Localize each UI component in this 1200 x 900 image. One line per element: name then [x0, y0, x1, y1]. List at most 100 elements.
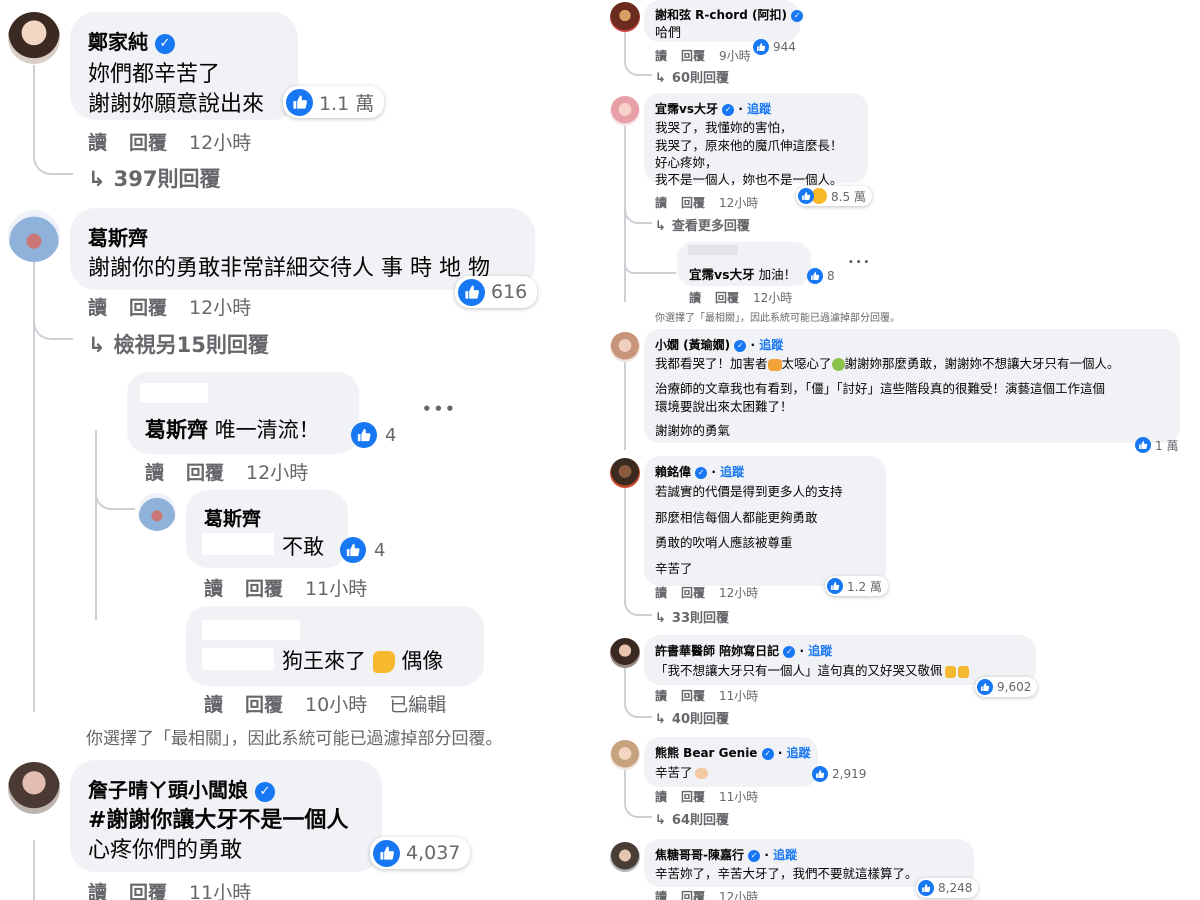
reaction-count[interactable]: 4	[337, 535, 393, 565]
more-options-icon[interactable]: •••	[848, 258, 871, 268]
read-link[interactable]: 讀	[88, 297, 107, 319]
follow-button[interactable]: 追蹤	[720, 465, 744, 479]
user-avatar[interactable]	[8, 12, 60, 64]
redacted-name	[202, 620, 300, 640]
view-replies-link[interactable]: ↳ 33則回覆	[655, 607, 729, 626]
follow-button[interactable]: 追蹤	[759, 338, 783, 352]
comment-author[interactable]: 焦糖哥哥-陳嘉行 ✓ · 追蹤	[655, 846, 797, 863]
comment-author[interactable]: 宜霈vs大牙 ✓ · 追蹤	[655, 100, 771, 117]
reply-link[interactable]: 回覆	[715, 291, 739, 305]
thread-line	[33, 65, 73, 175]
hashtag-text[interactable]: #謝謝你讓大牙不是一個人	[88, 802, 348, 834]
reaction-count[interactable]: 4	[348, 420, 404, 450]
read-link[interactable]: 讀	[145, 462, 164, 484]
comment-actions: 讀回覆 11小時	[88, 878, 273, 900]
reaction-count[interactable]: 4,037	[370, 837, 471, 869]
reply-link[interactable]: 回覆	[681, 890, 705, 900]
comment-text: 「我不想讓大牙只有一個人」這句真的又好哭又敬佩	[655, 660, 969, 679]
reaction-count[interactable]: 2,919	[810, 764, 871, 783]
read-link[interactable]: 讀	[655, 196, 667, 210]
thread-line	[624, 200, 652, 224]
reply-link[interactable]: 回覆	[129, 882, 167, 900]
comment-actions: 讀回覆 11小時	[655, 788, 780, 805]
read-link[interactable]: 讀	[655, 890, 667, 900]
comment-actions: 讀回覆 11小時	[655, 687, 780, 704]
nauseated-emoji	[831, 358, 845, 371]
user-avatar[interactable]	[610, 96, 640, 126]
reply-arrow-icon: ↳	[655, 219, 666, 234]
reply-link[interactable]: 回覆	[681, 196, 705, 210]
user-avatar[interactable]	[610, 842, 640, 872]
reply-link[interactable]: 回覆	[186, 462, 224, 484]
comment-author[interactable]: 許書華醫師 陪妳寫日記 ✓ · 追蹤	[655, 642, 832, 659]
user-avatar[interactable]	[610, 638, 640, 668]
timestamp: 12小時	[189, 132, 252, 154]
read-link[interactable]: 讀	[204, 694, 223, 716]
comment-text: 若誠實的代價是得到更多人的支持	[655, 484, 843, 499]
comment-author[interactable]: 詹子晴ㄚ頭小闆娘 ✓	[88, 774, 275, 803]
view-replies-link[interactable]: ↳ 60則回覆	[655, 67, 729, 86]
reaction-count[interactable]: 8,248	[916, 878, 979, 898]
user-avatar[interactable]	[610, 458, 640, 488]
mention[interactable]: 宜霈vs大牙	[689, 267, 755, 282]
comment-author[interactable]: 謝和弦 R-chord (阿扣) ✓	[655, 6, 804, 23]
reply-link[interactable]: 回覆	[129, 132, 167, 154]
more-options-icon[interactable]: •••	[422, 400, 457, 418]
user-avatar[interactable]	[138, 493, 176, 531]
view-replies-link[interactable]: ↳ 40則回覆	[655, 708, 729, 727]
follow-button[interactable]: 追蹤	[747, 102, 771, 116]
read-link[interactable]: 讀	[655, 49, 667, 63]
reaction-count[interactable]: 8.5 萬	[796, 186, 872, 206]
comment-text: 哈們	[655, 26, 682, 41]
read-link[interactable]: 讀	[88, 132, 107, 154]
view-replies-link[interactable]: ↳ 檢視另15則回覆	[88, 329, 269, 359]
like-icon	[458, 278, 485, 306]
reaction-count[interactable]: 9,602	[975, 677, 1038, 697]
comment-text: 妳們都辛苦了	[88, 62, 221, 87]
comment-author[interactable]: 鄭家純 ✓	[88, 26, 175, 55]
reply-link[interactable]: 回覆	[245, 694, 283, 716]
user-avatar[interactable]	[8, 210, 60, 262]
reply-link[interactable]: 回覆	[681, 790, 705, 804]
reply-link[interactable]: 回覆	[681, 689, 705, 703]
timestamp: 12小時	[189, 297, 252, 319]
view-replies-link[interactable]: ↳ 397則回覆	[88, 163, 220, 193]
reaction-count[interactable]: 616	[455, 276, 538, 308]
timestamp: 12小時	[719, 586, 759, 600]
reply-link[interactable]: 回覆	[245, 578, 283, 600]
read-link[interactable]: 讀	[204, 578, 223, 600]
comment-actions: 讀回覆 12小時	[655, 584, 780, 601]
comment-author[interactable]: 葛斯齊	[204, 504, 261, 531]
read-link[interactable]: 讀	[88, 882, 107, 900]
comment-author[interactable]: 熊熊 Bear Genie ✓ · 追蹤	[655, 744, 811, 761]
read-link[interactable]: 讀	[689, 291, 701, 305]
user-avatar[interactable]	[610, 2, 640, 32]
like-icon	[286, 88, 313, 116]
read-link[interactable]: 讀	[655, 689, 667, 703]
comment-author[interactable]: 賴銘偉 ✓ · 追蹤	[655, 463, 744, 480]
reply-link[interactable]: 回覆	[681, 49, 705, 63]
reaction-count[interactable]: 1.1 萬	[283, 86, 385, 118]
like-icon	[807, 267, 823, 284]
follow-button[interactable]: 追蹤	[808, 644, 832, 658]
mention[interactable]: 葛斯齊	[145, 418, 208, 442]
reaction-count[interactable]: 1.2 萬	[825, 576, 888, 596]
user-avatar[interactable]	[8, 762, 60, 814]
follow-button[interactable]: 追蹤	[773, 848, 797, 862]
user-avatar[interactable]	[610, 332, 640, 362]
comment-author[interactable]: 葛斯齊	[88, 222, 148, 251]
user-avatar[interactable]	[610, 740, 640, 770]
reaction-count[interactable]: 1 萬	[1133, 436, 1183, 454]
view-replies-link[interactable]: ↳ 查看更多回覆	[655, 215, 750, 234]
comment-author[interactable]: 小嫺 (黃瑜嫺) ✓ · 追蹤	[655, 336, 783, 353]
read-link[interactable]: 讀	[655, 586, 667, 600]
thread-line	[33, 300, 73, 340]
view-replies-link[interactable]: ↳ 64則回覆	[655, 809, 729, 828]
reply-arrow-icon: ↳	[655, 712, 666, 727]
reaction-count[interactable]: 8	[805, 266, 840, 285]
reply-link[interactable]: 回覆	[681, 586, 705, 600]
follow-button[interactable]: 追蹤	[787, 746, 811, 760]
reply-link[interactable]: 回覆	[129, 297, 167, 319]
like-icon	[373, 839, 400, 867]
read-link[interactable]: 讀	[655, 790, 667, 804]
